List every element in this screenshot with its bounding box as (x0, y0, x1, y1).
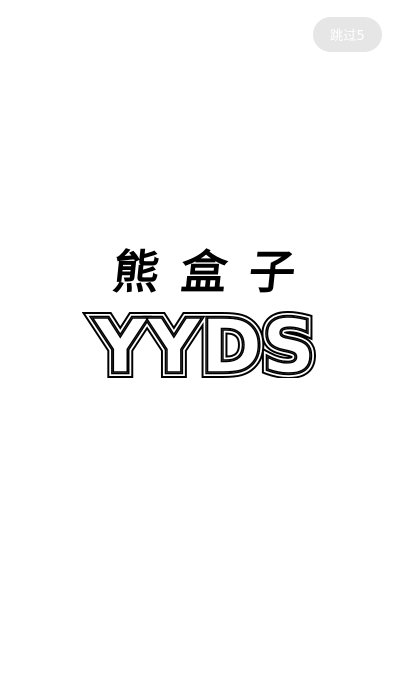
logo-title-char: 盒 (178, 245, 231, 299)
skip-countdown-button[interactable]: 跳过5 (313, 17, 382, 52)
logo-title-char: 子 (246, 245, 299, 299)
logo-wordmark-yyds: YYDS YYDS YYDS YYDS YYDS (87, 308, 322, 378)
logo-title-char: 熊 (110, 245, 163, 299)
app-logo: 熊 盒 子 YYDS YYDS YYDS YYDS YYDS (82, 236, 327, 378)
logo-title: 熊 盒 子 (79, 236, 331, 302)
wordmark-stripe-5: YYDS (93, 308, 316, 378)
